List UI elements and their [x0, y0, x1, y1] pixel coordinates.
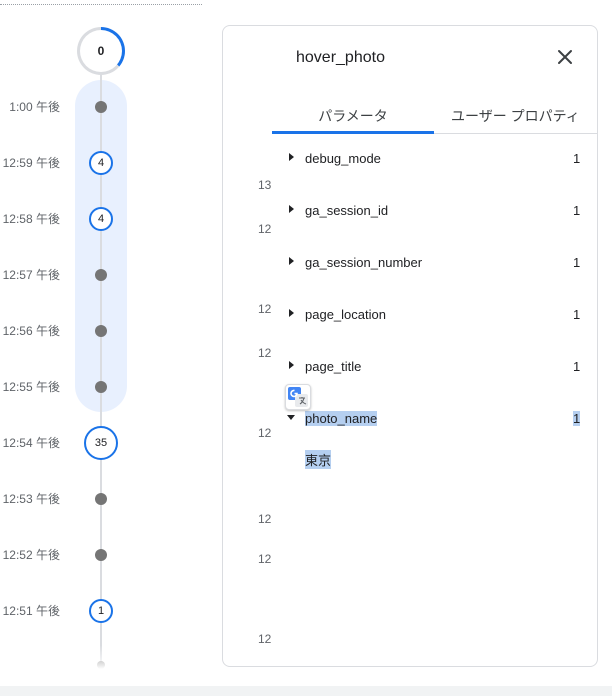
timeline-event-count[interactable]: 1: [89, 599, 113, 623]
panel-tabs: パラメータ ユーザー プロパティ: [272, 98, 597, 134]
param-count: 1: [573, 359, 581, 374]
side-number: 12: [258, 552, 272, 566]
timeline-row: 12:53 午後: [0, 488, 210, 508]
expand-caret-icon: [289, 257, 294, 265]
timeline-time: 12:57 午後: [2, 268, 60, 282]
event-timeline: 0 1:00 午後 12:59 午後 4 12:58 午後 4 12:57 午後…: [0, 0, 210, 675]
param-row-photo-name[interactable]: photo_name 1: [283, 409, 583, 429]
translate-glyph-icon: [288, 387, 308, 407]
timeline-event-dot[interactable]: [95, 269, 107, 281]
timeline-event-dot[interactable]: [95, 549, 107, 561]
param-name: debug_mode: [305, 151, 381, 166]
timeline-event-count[interactable]: 35: [84, 426, 118, 460]
timeline-top-counter[interactable]: 0: [77, 27, 125, 75]
param-name: ga_session_number: [305, 255, 423, 270]
timeline-event-count[interactable]: 4: [89, 151, 113, 175]
timeline-time: 12:59 午後: [2, 156, 60, 170]
param-name: ga_session_id: [305, 203, 389, 218]
bottom-bar: [0, 686, 612, 696]
side-number: 13: [258, 178, 272, 192]
timeline-time: 12:55 午後: [2, 380, 60, 394]
timeline-row: 12:54 午後 35: [0, 426, 210, 460]
close-button[interactable]: [553, 45, 577, 69]
side-number: 12: [258, 302, 272, 316]
timeline-time: 12:51 午後: [2, 604, 60, 618]
timeline-row: 12:57 午後: [0, 264, 210, 284]
timeline-event-dot[interactable]: [95, 493, 107, 505]
param-name: page_title: [305, 359, 362, 374]
timeline-row: 12:52 午後: [0, 544, 210, 564]
timeline-row: 12:55 午後: [0, 376, 210, 396]
expand-caret-icon: [289, 205, 294, 213]
param-row-debug-mode[interactable]: debug_mode 1: [283, 149, 583, 169]
param-row-ga-session-number[interactable]: ga_session_number 1: [283, 253, 583, 273]
collapse-caret-icon: [287, 415, 295, 420]
panel-title: hover_photo: [296, 49, 385, 66]
tab-parameters[interactable]: パラメータ: [272, 98, 434, 134]
timeline-row: 1:00 午後: [0, 96, 210, 116]
expand-caret-icon: [289, 361, 294, 369]
param-name: page_location: [305, 307, 386, 322]
timeline-event-dot[interactable]: [95, 381, 107, 393]
tab-user-properties[interactable]: ユーザー プロパティ: [434, 98, 597, 134]
timeline-fade: [0, 645, 210, 675]
param-count: 1: [573, 203, 581, 218]
timeline-time: 12:56 午後: [2, 324, 60, 338]
active-tab-indicator: [272, 131, 434, 134]
timeline-time: 12:53 午後: [2, 492, 60, 506]
timeline-row: 12:58 午後 4: [0, 207, 210, 231]
top-counter-value: 0: [80, 30, 122, 72]
timeline-row: 12:56 午後: [0, 320, 210, 340]
timeline-row: 12:51 午後 1: [0, 599, 210, 623]
expand-caret-icon: [289, 309, 294, 317]
param-count: 1: [573, 255, 581, 270]
timeline-event-dot[interactable]: [95, 101, 107, 113]
param-name: photo_name: [305, 411, 378, 426]
google-translate-icon[interactable]: [285, 384, 311, 410]
param-row-page-title[interactable]: page_title 1: [283, 357, 583, 377]
side-number: 12: [258, 346, 272, 360]
param-count: 1: [573, 151, 581, 166]
side-number: 12: [258, 426, 272, 440]
timeline-event-count[interactable]: 4: [89, 207, 113, 231]
param-count: 1: [573, 411, 581, 426]
timeline-event-dot[interactable]: [95, 325, 107, 337]
event-details-panel: hover_photo パラメータ ユーザー プロパティ 13 12 12 12…: [222, 25, 598, 667]
close-icon: [558, 50, 572, 64]
timeline-time: 12:52 午後: [2, 548, 60, 562]
side-number: 12: [258, 632, 272, 646]
param-row-page-location[interactable]: page_location 1: [283, 305, 583, 325]
side-number: 12: [258, 222, 272, 236]
param-row-ga-session-id[interactable]: ga_session_id 1: [283, 201, 583, 221]
timeline-time: 12:54 午後: [2, 436, 60, 450]
timeline-time: 12:58 午後: [2, 212, 60, 226]
param-value: 東京: [305, 450, 332, 469]
expand-caret-icon: [289, 153, 294, 161]
timeline-time: 1:00 午後: [9, 100, 60, 114]
param-count: 1: [573, 307, 581, 322]
side-number: 12: [258, 512, 272, 526]
timeline-row: 12:59 午後 4: [0, 151, 210, 175]
